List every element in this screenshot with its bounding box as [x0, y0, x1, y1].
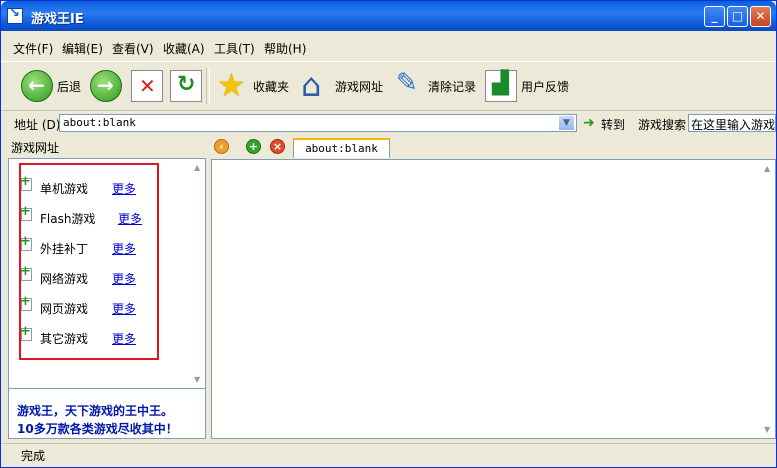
more-link[interactable]: 更多 — [118, 210, 142, 227]
sidebar-scrollbar[interactable]: ▲ ▼ — [191, 159, 205, 388]
menu-file[interactable]: 文件(F) — [13, 40, 53, 57]
menu-favorites[interactable]: 收藏(A) — [163, 40, 205, 57]
more-link[interactable]: 更多 — [112, 300, 136, 317]
page-plus-icon — [20, 204, 32, 221]
toolbar-separator — [206, 68, 210, 104]
menu-help[interactable]: 帮助(H) — [264, 40, 306, 57]
category-name[interactable]: Flash游戏 — [40, 210, 95, 227]
menu-edit[interactable]: 编辑(E) — [62, 40, 103, 57]
game-search-input[interactable]: 在这里输入游戏 — [688, 114, 776, 132]
category-name[interactable]: 外挂补丁 — [40, 240, 88, 257]
list-item[interactable]: Flash游戏 更多 — [20, 204, 151, 227]
stop-icon — [131, 70, 163, 102]
menu-tools[interactable]: 工具(T) — [214, 40, 255, 57]
game-sites-button[interactable]: 游戏网址 — [299, 66, 384, 104]
game-search-label: 游戏搜索 — [638, 118, 687, 132]
new-tab-icon[interactable]: + — [246, 139, 261, 154]
go-arrow-icon[interactable]: ➜ — [583, 115, 595, 131]
more-link[interactable]: 更多 — [112, 330, 136, 347]
minimize-button[interactable]: _ — [704, 6, 725, 27]
app-icon[interactable] — [7, 6, 23, 24]
browser-content[interactable]: ▲ ▼ — [211, 159, 776, 439]
close-button[interactable]: ✕ — [750, 6, 771, 27]
forward-arrow-icon — [90, 70, 122, 102]
category-name[interactable]: 网页游戏 — [40, 300, 88, 317]
sidebar-title: 游戏网址 — [11, 141, 60, 155]
more-link[interactable]: 更多 — [112, 180, 136, 197]
list-item[interactable]: 外挂补丁 更多 — [20, 234, 151, 257]
sidebar-panel: 单机游戏 更多 Flash游戏 更多 外挂补丁 更多 网络游戏 更多 网页游戏 … — [8, 158, 206, 389]
chart-icon — [485, 70, 517, 102]
refresh-icon — [170, 70, 202, 102]
game-sites-label: 游戏网址 — [335, 79, 384, 94]
scroll-up-icon[interactable]: ▲ — [194, 163, 200, 172]
promo-line-1: 游戏王，天下游戏的王中王。 — [17, 404, 174, 418]
address-input[interactable]: about:blank — [59, 114, 577, 132]
list-item[interactable]: 网页游戏 更多 — [20, 294, 151, 317]
refresh-button[interactable] — [170, 68, 202, 104]
tab-back-icon[interactable]: ‹ — [214, 139, 229, 154]
list-item[interactable]: 单机游戏 更多 — [20, 174, 151, 197]
tab-about-blank[interactable]: about:blank — [293, 138, 390, 158]
address-bar: 地址 (D) about:blank ▼ ➜ 转到 游戏搜索 在这里输入游戏 — [1, 111, 776, 135]
promo-banner: 游戏王，天下游戏的王中王。 10多万款各类游戏尽收其中！ — [8, 389, 206, 439]
more-link[interactable]: 更多 — [112, 270, 136, 287]
feedback-label: 用户反馈 — [521, 79, 570, 94]
content-scrollbar[interactable]: ▲ ▼ — [761, 160, 775, 438]
favorites-label: 收藏夹 — [253, 79, 290, 94]
page-plus-icon — [20, 174, 32, 191]
close-tab-icon[interactable]: × — [270, 139, 285, 154]
browser-window: 游戏王IE _ □ ✕ 文件(F) 编辑(E) 查看(V) 收藏(A) 工具(T… — [0, 0, 777, 468]
back-arrow-icon — [21, 70, 53, 102]
menu-bar: 文件(F) 编辑(E) 查看(V) 收藏(A) 工具(T) 帮助(H) — [1, 38, 776, 58]
address-label: 地址 (D) — [14, 118, 61, 132]
window-title: 游戏王IE — [31, 12, 84, 27]
scroll-down-icon[interactable]: ▼ — [194, 375, 200, 384]
maximize-button[interactable]: □ — [727, 6, 748, 27]
status-text: 完成 — [21, 449, 46, 463]
menu-view[interactable]: 查看(V) — [112, 40, 154, 57]
tab-bar: ‹ + × about:blank — [209, 137, 776, 159]
clear-history-button[interactable]: 清除记录 — [392, 68, 476, 104]
stop-button[interactable] — [131, 68, 163, 104]
address-dropdown-icon[interactable]: ▼ — [558, 115, 575, 131]
page-plus-icon — [20, 294, 32, 311]
category-name[interactable]: 其它游戏 — [40, 330, 88, 347]
category-name[interactable]: 网络游戏 — [40, 270, 88, 287]
favorites-button[interactable]: 收藏夹 — [217, 66, 290, 104]
feedback-button[interactable]: 用户反馈 — [485, 68, 569, 104]
star-icon — [217, 66, 249, 104]
list-item[interactable]: 其它游戏 更多 — [20, 324, 151, 347]
clear-history-label: 清除记录 — [428, 79, 477, 94]
house-icon — [299, 66, 331, 104]
status-bar: 完成 — [1, 443, 776, 468]
list-item[interactable]: 网络游戏 更多 — [20, 264, 151, 287]
scroll-down-icon[interactable]: ▼ — [764, 425, 770, 434]
broom-icon — [392, 68, 424, 102]
forward-button[interactable] — [90, 68, 122, 104]
more-link[interactable]: 更多 — [112, 240, 136, 257]
category-name[interactable]: 单机游戏 — [40, 180, 88, 197]
back-button[interactable]: 后退 — [21, 68, 81, 104]
go-button[interactable]: 转到 — [601, 116, 625, 133]
page-plus-icon — [20, 234, 32, 251]
page-plus-icon — [20, 324, 32, 341]
title-bar[interactable]: 游戏王IE _ □ ✕ — [1, 1, 776, 31]
promo-line-2: 10多万款各类游戏尽收其中！ — [17, 422, 178, 436]
scroll-up-icon[interactable]: ▲ — [764, 164, 770, 173]
page-plus-icon — [20, 264, 32, 281]
toolbar: 后退 收藏夹 游戏网址 清除记录 用户反馈 — [1, 61, 776, 111]
back-label: 后退 — [57, 79, 82, 94]
